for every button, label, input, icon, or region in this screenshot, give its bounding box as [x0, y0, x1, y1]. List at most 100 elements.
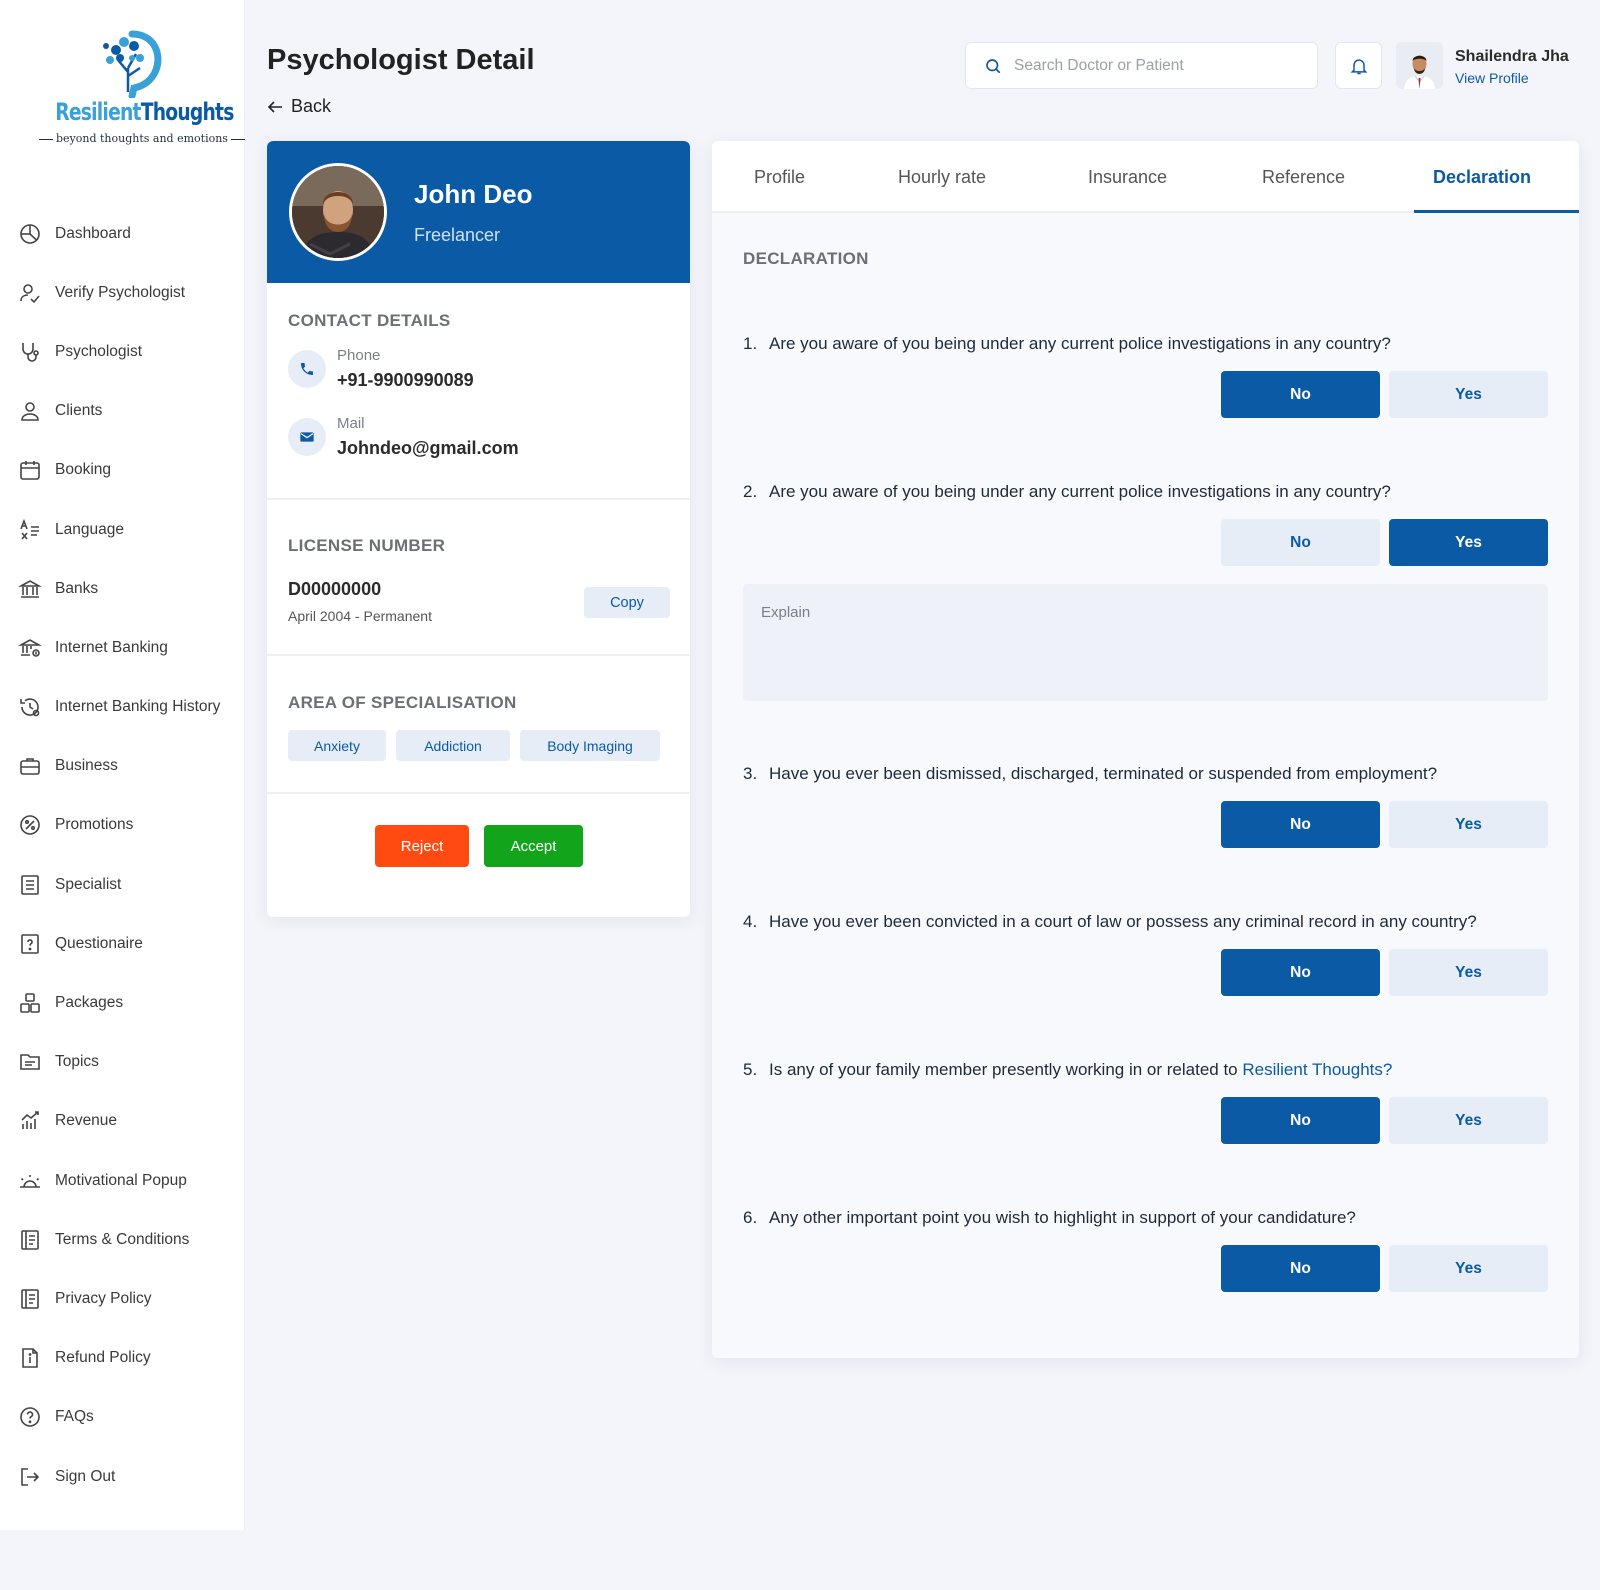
sidebar-item-refund-policy[interactable]: Refund Policy — [0, 1329, 245, 1388]
phone-value: +91-9900990089 — [337, 370, 474, 390]
question-5: 5. Is any of your family member presently… — [743, 1060, 1392, 1080]
question-number: 2. — [743, 482, 758, 501]
details-panel: Profile Hourly rate Insurance Reference … — [712, 141, 1579, 1358]
copy-button[interactable]: Copy — [584, 587, 670, 618]
question-text: Is any of your family member presently w… — [769, 1060, 1243, 1079]
question-number: 6. — [743, 1208, 758, 1227]
psychologist-card: John Deo Freelancer CONTACT DETAILS Phon… — [267, 141, 690, 917]
tab-hourly-rate[interactable]: Hourly rate — [898, 167, 986, 188]
profile-photo — [289, 163, 387, 261]
sidebar-item-label: Internet Banking History — [55, 698, 221, 716]
search-input[interactable] — [1014, 56, 1304, 75]
document-icon — [21, 1289, 39, 1309]
sidebar-item-topics[interactable]: Topics — [0, 1033, 245, 1092]
question-4: 4. Have you ever been convicted in a cour… — [743, 912, 1477, 932]
profile-header: John Deo Freelancer — [267, 141, 690, 283]
percent-icon — [20, 815, 40, 836]
sunrise-icon — [20, 1174, 40, 1188]
question-6: 6. Any other important point you wish to … — [743, 1208, 1356, 1228]
psychologist-role: Freelancer — [414, 225, 501, 245]
question-6-yes-button[interactable]: Yes — [1389, 1245, 1548, 1292]
sidebar-item-label: Clients — [55, 402, 103, 420]
sidebar-item-label: Banks — [55, 579, 99, 597]
tab-insurance[interactable]: Insurance — [1088, 167, 1167, 188]
search-box[interactable] — [965, 42, 1318, 89]
brand-logo[interactable]: ResilientThoughts beyond thoughts and em… — [36, 28, 234, 153]
sidebar-item-dashboard[interactable]: Dashboard — [0, 204, 245, 263]
page-title: Psychologist Detail — [267, 44, 535, 76]
resilient-thoughts-link[interactable]: Resilient Thoughts? — [1242, 1060, 1392, 1079]
tab-bar: Profile Hourly rate Insurance Reference … — [712, 141, 1579, 213]
mail-icon — [300, 432, 314, 442]
tab-profile[interactable]: Profile — [754, 167, 805, 188]
sidebar-item-business[interactable]: Business — [0, 737, 245, 796]
question-5-yes-button[interactable]: Yes — [1389, 1097, 1548, 1144]
sidebar-item-internet-banking-history[interactable]: Internet Banking History — [0, 678, 245, 737]
sidebar-item-label: Questionaire — [55, 934, 143, 952]
question-6-no-button[interactable]: No — [1221, 1245, 1380, 1292]
sidebar-item-faqs[interactable]: FAQs — [0, 1388, 245, 1447]
arrow-left-icon — [267, 100, 282, 113]
question-3-yes-button[interactable]: Yes — [1389, 801, 1548, 848]
question-2-yes-button[interactable]: Yes — [1389, 519, 1548, 566]
sidebar-item-terms-conditions[interactable]: Terms & Conditions — [0, 1210, 245, 1269]
sidebar-item-privacy-policy[interactable]: Privacy Policy — [0, 1269, 245, 1328]
sidebar-item-sign-out[interactable]: Sign Out — [0, 1447, 245, 1506]
bank-icon — [18, 579, 42, 598]
sidebar-item-label: Language — [55, 520, 124, 538]
license-date: April 2004 - Permanent — [288, 608, 432, 624]
sidebar-item-clients[interactable]: Clients — [0, 382, 245, 441]
sidebar-item-label: Topics — [55, 1053, 99, 1071]
view-profile-link[interactable]: View Profile — [1455, 70, 1529, 86]
mail-icon-wrap — [288, 418, 326, 456]
question-1: 1. Are you aware of you being under any c… — [743, 334, 1391, 354]
explain-textarea[interactable] — [743, 584, 1548, 701]
back-button[interactable]: Back — [267, 96, 331, 117]
question-5-no-button[interactable]: No — [1221, 1097, 1380, 1144]
question-1-no-button[interactable]: No — [1221, 371, 1380, 418]
sidebar-item-promotions[interactable]: Promotions — [0, 796, 245, 855]
sidebar-item-questionaire[interactable]: Questionaire — [0, 914, 245, 973]
question-2-no-button[interactable]: No — [1221, 519, 1380, 566]
tab-declaration[interactable]: Declaration — [1433, 167, 1531, 188]
sidebar-item-label: Sign Out — [55, 1467, 116, 1485]
sidebar-item-label: Booking — [55, 461, 112, 479]
question-4-no-button[interactable]: No — [1221, 949, 1380, 996]
question-3-no-button[interactable]: No — [1221, 801, 1380, 848]
sidebar-item-internet-banking[interactable]: Internet Banking — [0, 618, 245, 677]
specialisation-title: AREA OF SPECIALISATION — [288, 693, 517, 712]
verify-user-icon — [20, 283, 40, 303]
notifications-button[interactable] — [1335, 42, 1382, 89]
sidebar: ResilientThoughts beyond thoughts and em… — [0, 0, 245, 1530]
question-1-yes-button[interactable]: Yes — [1389, 371, 1548, 418]
contact-details-title: CONTACT DETAILS — [288, 311, 451, 330]
sidebar-item-verify-psychologist[interactable]: Verify Psychologist — [0, 263, 245, 322]
question-text: Are you aware of you being under any cur… — [769, 334, 1391, 353]
question-text: Have you ever been convicted in a court … — [769, 912, 1477, 931]
tab-reference[interactable]: Reference — [1262, 167, 1345, 188]
sidebar-item-booking[interactable]: Booking — [0, 441, 245, 500]
packages-icon — [20, 993, 40, 1013]
license-number: D00000000 — [288, 579, 382, 599]
specialisation-chip: Addiction — [396, 730, 510, 761]
sidebar-item-language[interactable]: Language — [0, 500, 245, 559]
chart-icon — [21, 1111, 39, 1130]
sidebar-item-banks[interactable]: Banks — [0, 559, 245, 618]
dashboard-icon — [20, 223, 40, 244]
accept-button[interactable]: Accept — [484, 825, 583, 867]
sidebar-item-packages[interactable]: Packages — [0, 973, 245, 1032]
phone-row: Phone +91-9900990089 — [288, 347, 474, 391]
specialisation-chip: Body Imaging — [520, 730, 660, 761]
help-icon — [20, 1407, 40, 1428]
sidebar-item-revenue[interactable]: Revenue — [0, 1092, 245, 1151]
online-bank-icon — [18, 638, 42, 657]
sidebar-item-specialist[interactable]: Specialist — [0, 855, 245, 914]
sidebar-item-psychologist[interactable]: Psychologist — [0, 322, 245, 381]
user-avatar[interactable] — [1396, 42, 1443, 89]
divider — [267, 792, 690, 794]
stethoscope-icon — [22, 342, 39, 362]
reject-button[interactable]: Reject — [375, 825, 469, 867]
question-4-yes-button[interactable]: Yes — [1389, 949, 1548, 996]
sidebar-item-motivational-popup[interactable]: Motivational Popup — [0, 1151, 245, 1210]
question-number: 5. — [743, 1060, 758, 1079]
